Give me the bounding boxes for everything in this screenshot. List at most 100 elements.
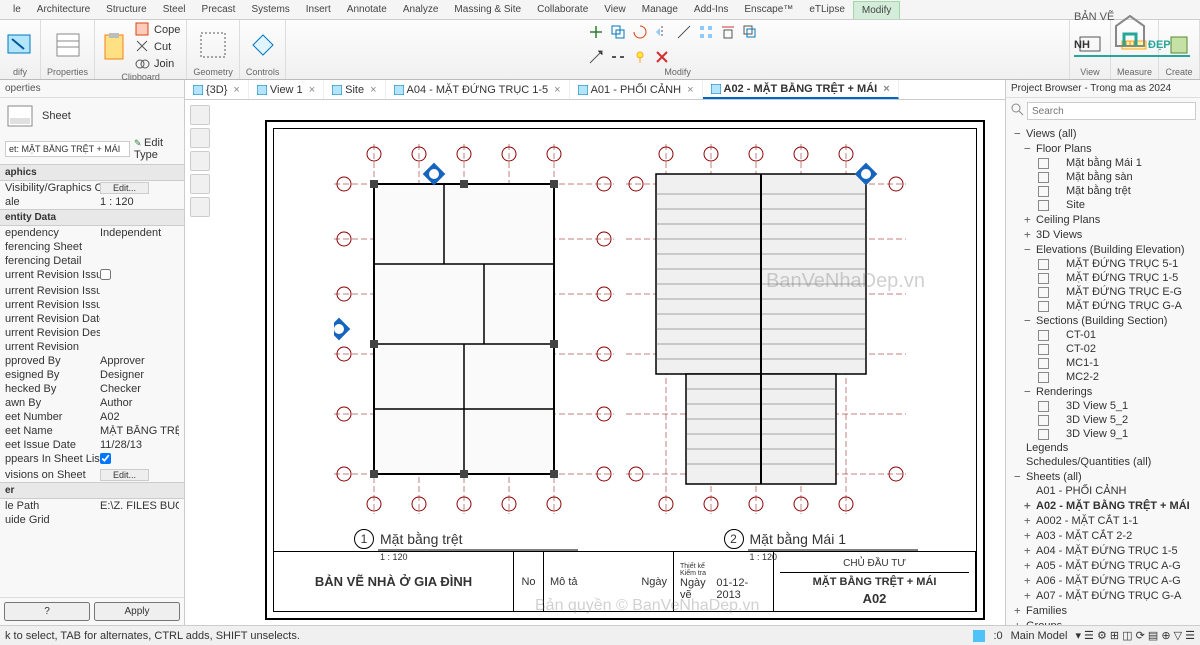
status-model[interactable]: Main Model <box>1011 630 1068 642</box>
sheet-frame[interactable]: 1Mặt bằng trệt 1 : 120 2Mặt bằng Mái 1 1… <box>265 120 985 620</box>
prop-row[interactable]: le PathE:\Z. FILES BUON BAN\NH... <box>0 499 184 513</box>
scale-icon[interactable] <box>588 49 604 65</box>
close-icon[interactable]: × <box>883 83 889 95</box>
tree-node[interactable]: +A07 - MẶT ĐỨNG TRỤC G-A <box>1010 588 1196 603</box>
ribbon-tab-manage[interactable]: Manage <box>634 1 686 18</box>
tree-node[interactable]: Legends <box>1010 441 1196 455</box>
tree-node[interactable]: −Sections (Building Section) <box>1010 313 1196 328</box>
status-tools[interactable]: ▾ ☰ ⚙ ⊞ ◫ ⟳ ▤ ⊕ ▽ ☰ <box>1075 629 1195 642</box>
browser-tree[interactable]: −Views (all)−Floor PlansMặt bằng Mái 1Mặ… <box>1006 124 1200 625</box>
ribbon-tab-insert[interactable]: Insert <box>298 1 339 18</box>
prop-row[interactable]: eet NameMẶT BẰNG TRỆT + MÁI <box>0 424 184 438</box>
tree-node[interactable]: +Ceiling Plans <box>1010 212 1196 227</box>
split-icon[interactable] <box>610 49 626 65</box>
close-icon[interactable]: × <box>370 84 376 96</box>
tree-node[interactable]: Mặt bằng trệt <box>1010 184 1196 198</box>
props-apply-btn[interactable]: Apply <box>94 602 180 621</box>
sheet-type-header[interactable]: Sheet <box>0 98 184 134</box>
view-tab[interactable]: View 1× <box>249 80 324 99</box>
ribbon-tab-annotate[interactable]: Annotate <box>339 1 395 18</box>
prop-row[interactable]: ferencing Detail <box>0 254 184 268</box>
ribbon-tab-systems[interactable]: Systems <box>243 1 297 18</box>
title-block[interactable]: BẢN VẼ NHÀ Ở GIA ĐÌNH No Mô tảNgày Thiết… <box>274 551 976 611</box>
prop-row[interactable]: awn ByAuthor <box>0 396 184 410</box>
prop-row[interactable]: urrent Revision Issued To <box>0 298 184 312</box>
prop-row[interactable]: eet NumberA02 <box>0 410 184 424</box>
prop-row[interactable]: urrent Revision Issued <box>0 268 184 284</box>
tree-node[interactable]: MC2-2 <box>1010 370 1196 384</box>
drawing-canvas[interactable]: 1Mặt bằng trệt 1 : 120 2Mặt bằng Mái 1 1… <box>185 100 1005 625</box>
props-help-btn[interactable]: ? <box>4 602 90 621</box>
tree-node[interactable]: +A05 - MẶT ĐỨNG TRỤC A-G <box>1010 558 1196 573</box>
tree-node[interactable]: +3D Views <box>1010 227 1196 242</box>
tree-node[interactable]: +Families <box>1010 603 1196 618</box>
tree-node[interactable]: Schedules/Quantities (all) <box>1010 455 1196 469</box>
tree-node[interactable]: Site <box>1010 198 1196 212</box>
activate-icon[interactable] <box>199 31 227 59</box>
prop-row[interactable]: urrent Revision Descripti.. <box>0 326 184 340</box>
ribbon-tab-modify[interactable]: Modify <box>853 1 900 19</box>
ribbon-tab-view[interactable]: View <box>596 1 634 18</box>
prop-row[interactable]: uide Grid <box>0 513 184 527</box>
copy-icon[interactable] <box>610 24 626 40</box>
view-tab[interactable]: {3D}× <box>185 80 249 99</box>
array-icon[interactable] <box>698 24 714 40</box>
prop-row[interactable]: urrent Revision Issued By <box>0 284 184 298</box>
tree-node[interactable]: +A002 - MẶT CẮT 1-1 <box>1010 513 1196 528</box>
ribbon-tab-add-ins[interactable]: Add-Ins <box>686 1 736 18</box>
tree-node[interactable]: −Floor Plans <box>1010 141 1196 156</box>
offset-icon[interactable] <box>742 24 758 40</box>
tree-node[interactable]: Mặt bằng sàn <box>1010 170 1196 184</box>
rotate-icon[interactable] <box>632 24 648 40</box>
modify-icon[interactable] <box>6 31 34 59</box>
prop-row[interactable]: ferencing Sheet <box>0 240 184 254</box>
prop-section-graphics[interactable]: aphics <box>0 164 184 181</box>
prop-row[interactable]: ppears In Sheet List <box>0 452 184 468</box>
ribbon-tab-structure[interactable]: Structure <box>98 1 155 18</box>
ribbon-tab-etlipse[interactable]: eTLipse <box>801 1 853 18</box>
prop-row[interactable]: ale1 : 120 <box>0 195 184 209</box>
edit-type-btn[interactable]: ✎ Edit Type <box>134 137 179 161</box>
delete-icon[interactable] <box>654 49 670 65</box>
edit-btn[interactable]: Edit... <box>100 469 149 481</box>
view-tab[interactable]: A04 - MẶT ĐỨNG TRỤC 1-5× <box>386 80 570 99</box>
tree-node[interactable]: +A03 - MẶT CẮT 2-2 <box>1010 528 1196 543</box>
prop-row[interactable]: ependencyIndependent <box>0 226 184 240</box>
ribbon-tab-collaborate[interactable]: Collaborate <box>529 1 596 18</box>
prop-row[interactable]: urrent Revision <box>0 340 184 354</box>
nav-bar[interactable] <box>190 105 210 217</box>
controls-icon[interactable] <box>249 31 277 59</box>
view-tab[interactable]: A01 - PHỐI CẢNH× <box>570 80 703 99</box>
tree-node[interactable]: CT-02 <box>1010 342 1196 356</box>
tree-node[interactable]: −Views (all) <box>1010 126 1196 141</box>
ribbon-tab-enscape-[interactable]: Enscape™ <box>736 1 801 18</box>
tree-node[interactable]: 3D View 5_1 <box>1010 399 1196 413</box>
close-icon[interactable]: × <box>554 84 560 96</box>
view-tab[interactable]: Site× <box>324 80 385 99</box>
paste-icon[interactable] <box>101 33 129 61</box>
prop-row[interactable]: hecked ByChecker <box>0 382 184 396</box>
prop-row[interactable]: visions on SheetEdit... <box>0 468 184 482</box>
tree-node[interactable]: MẶT ĐỨNG TRỤC 1-5 <box>1010 271 1196 285</box>
move-icon[interactable] <box>588 24 604 40</box>
prop-row[interactable]: pproved ByApprover <box>0 354 184 368</box>
close-icon[interactable]: × <box>309 84 315 96</box>
pin-icon[interactable] <box>632 49 648 65</box>
tree-node[interactable]: MẶT ĐỨNG TRỤC 5-1 <box>1010 257 1196 271</box>
tree-node[interactable]: MẶT ĐỨNG TRỤC E-G <box>1010 285 1196 299</box>
tree-node[interactable]: +Groups <box>1010 618 1196 625</box>
ribbon-tab-steel[interactable]: Steel <box>155 1 194 18</box>
ribbon-tab-analyze[interactable]: Analyze <box>395 1 447 18</box>
tree-node[interactable]: MẶT ĐỨNG TRỤC G-A <box>1010 299 1196 313</box>
tree-node[interactable]: Mặt bằng Mái 1 <box>1010 156 1196 170</box>
tree-node[interactable]: +A06 - MẶT ĐỨNG TRỤC A-G <box>1010 573 1196 588</box>
join-btn[interactable]: Join <box>135 56 180 72</box>
prop-section-identity[interactable]: entity Data <box>0 209 184 226</box>
ribbon-tab-massing-site[interactable]: Massing & Site <box>446 1 529 18</box>
ribbon-tab-le[interactable]: le <box>5 1 29 18</box>
tree-node[interactable]: 3D View 9_1 <box>1010 427 1196 441</box>
edit-btn[interactable]: Edit... <box>100 182 149 194</box>
prop-checkbox[interactable] <box>100 269 111 280</box>
view-tab[interactable]: A02 - MẶT BẰNG TRỆT + MÁI× <box>703 80 899 99</box>
status-icon[interactable] <box>973 630 985 642</box>
